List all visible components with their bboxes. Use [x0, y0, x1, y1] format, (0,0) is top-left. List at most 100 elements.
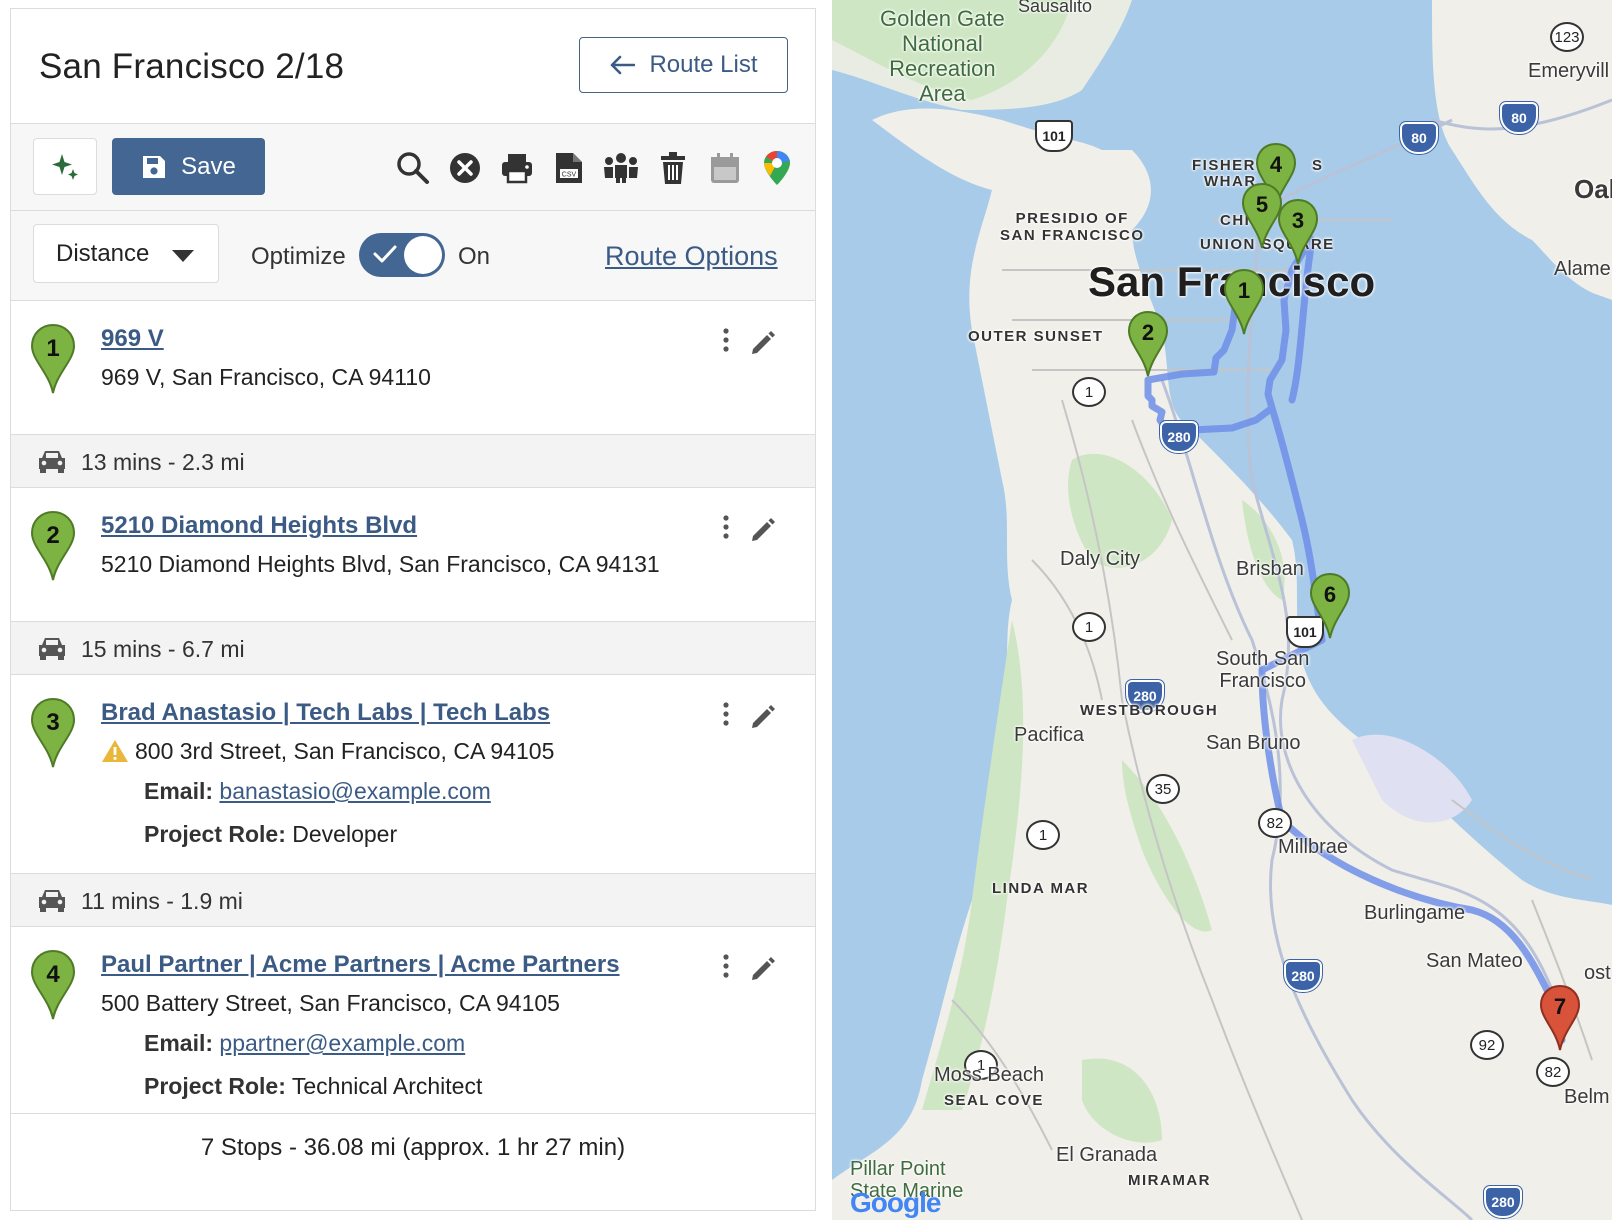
map-label: Golden Gate National Recreation Area	[880, 6, 1005, 106]
map-pin-icon: 4	[30, 949, 76, 1020]
map-pin-2[interactable]: 2	[1126, 310, 1170, 378]
svg-text:4: 4	[1270, 152, 1283, 177]
route-shield: 35	[1146, 774, 1180, 804]
route-options-bar: Distance Optimize On Route Options	[11, 211, 815, 301]
sort-select[interactable]: Distance	[33, 224, 219, 283]
more-options-icon[interactable]	[721, 327, 731, 353]
stop-address: 5210 Diamond Heights Blvd, San Francisco…	[101, 551, 660, 577]
more-options-icon[interactable]	[721, 514, 731, 540]
leg-summary: 15 mins - 6.7 mi	[11, 622, 815, 675]
stop-address: 500 Battery Street, San Francisco, CA 94…	[101, 990, 560, 1016]
stop-item: 3 Brad Anastasio | Tech Labs | Tech Labs…	[11, 675, 815, 874]
arrow-left-icon	[611, 55, 636, 75]
csv-icon[interactable]: CSV	[551, 150, 587, 186]
map-pin-icon: 2	[30, 510, 76, 581]
car-icon	[39, 890, 65, 912]
optimize-label: Optimize	[251, 243, 346, 270]
route-list-button[interactable]: Route List	[579, 37, 788, 93]
route-options-link[interactable]: Route Options	[605, 241, 778, 272]
map-label: El Granada	[1056, 1144, 1158, 1166]
toolbar-icons: CSV	[395, 150, 795, 186]
edit-icon[interactable]	[749, 329, 777, 357]
calendar-icon[interactable]	[707, 150, 743, 186]
chevron-down-icon	[172, 250, 194, 262]
stop-address: 969 V, San Francisco, CA 94110	[101, 364, 431, 390]
route-list-label: Route List	[649, 51, 758, 78]
map-label: Brisban	[1236, 558, 1304, 580]
save-icon	[143, 155, 166, 178]
map-pin-icon: 1	[30, 323, 76, 394]
map-label: WESTBOROUGH	[1080, 702, 1219, 719]
search-icon[interactable]	[395, 150, 431, 186]
more-options-icon[interactable]	[721, 953, 731, 979]
map-label: Emeryvill	[1528, 60, 1610, 82]
clear-icon[interactable]	[447, 150, 483, 186]
role-label: Project Role:	[144, 1073, 286, 1099]
map-label: Burlingame	[1364, 902, 1466, 924]
stop-item: 4 Paul Partner | Acme Partners | Acme Pa…	[11, 927, 815, 1126]
route-map[interactable]: 101 80 80 123 1 280 1 280 101 35 82 1 28…	[832, 0, 1612, 1220]
role-label: Project Role:	[144, 821, 286, 847]
stop-name-link[interactable]: 969 V	[101, 325, 164, 353]
svg-text:1: 1	[46, 335, 59, 362]
map-pin-5[interactable]: 5	[1240, 182, 1284, 250]
map-label: PRESIDIO OF SAN FRANCISCO	[1000, 210, 1145, 244]
svg-text:3: 3	[46, 709, 59, 736]
toggle-knob	[404, 236, 442, 274]
map-label: Belm	[1564, 1086, 1610, 1108]
leg-text: 11 mins - 1.9 mi	[81, 888, 243, 914]
map-label: Millbrae	[1278, 836, 1349, 858]
email-link[interactable]: banastasio@example.com	[219, 778, 490, 804]
svg-text:5: 5	[1256, 192, 1268, 217]
map-pin-7[interactable]: 7	[1538, 984, 1582, 1052]
google-maps-icon[interactable]	[759, 150, 795, 186]
svg-text:CSV: CSV	[562, 172, 577, 179]
map-label: Oak	[1574, 174, 1612, 204]
email-link[interactable]: ppartner@example.com	[219, 1030, 465, 1056]
map-label: Sausalito	[1018, 0, 1093, 16]
leg-summary: 13 mins - 2.3 mi	[11, 435, 815, 488]
check-icon	[373, 245, 397, 263]
stop-list: 1 969 V 969 V, San Francisco, CA 94110 1…	[11, 301, 815, 1151]
route-shield: 123	[1550, 22, 1584, 52]
stop-item: 2 5210 Diamond Heights Blvd 5210 Diamond…	[11, 488, 815, 622]
edit-icon[interactable]	[749, 703, 777, 731]
stop-item: 1 969 V 969 V, San Francisco, CA 94110	[11, 301, 815, 435]
save-button[interactable]: Save	[112, 138, 265, 195]
team-icon[interactable]	[603, 150, 639, 186]
map-label: Moss Beach	[934, 1064, 1045, 1086]
role-value: Technical Architect	[291, 1073, 483, 1099]
stop-name-link[interactable]: Brad Anastasio | Tech Labs | Tech Labs	[101, 699, 550, 727]
svg-text:2: 2	[1142, 320, 1154, 345]
print-icon[interactable]	[499, 150, 535, 186]
svg-text:6: 6	[1324, 582, 1336, 607]
edit-icon[interactable]	[749, 516, 777, 544]
magic-wand-button[interactable]	[33, 138, 97, 195]
map-pin-6[interactable]: 6	[1308, 572, 1352, 640]
google-logo: Google	[850, 1187, 941, 1218]
leg-text: 13 mins - 2.3 mi	[81, 449, 245, 475]
route-shield: 82	[1258, 808, 1292, 838]
stop-name-link[interactable]: Paul Partner | Acme Partners | Acme Part…	[101, 951, 620, 979]
more-options-icon[interactable]	[721, 701, 731, 727]
map-label: Pacifica	[1014, 724, 1085, 746]
map-label: OUTER SUNSET	[968, 328, 1104, 345]
email-field: Email: banastasio@example.com	[144, 778, 491, 805]
route-shield: 101	[1035, 120, 1073, 152]
svg-text:4: 4	[46, 961, 60, 988]
email-field: Email: ppartner@example.com	[144, 1030, 465, 1057]
map-pin-icon: 3	[30, 697, 76, 768]
stop-name-link[interactable]: 5210 Diamond Heights Blvd	[101, 512, 417, 540]
trash-icon[interactable]	[655, 150, 691, 186]
edit-icon[interactable]	[749, 955, 777, 983]
route-summary: 7 Stops - 36.08 mi (approx. 1 hr 27 min)	[11, 1113, 815, 1181]
map-label: South San Francisco	[1216, 648, 1310, 692]
map-label: ost	[1584, 962, 1611, 984]
project-role-field: Project Role: Developer	[144, 821, 397, 848]
toolbar: Save CSV	[11, 124, 815, 211]
warning-icon	[102, 740, 128, 762]
svg-text:3: 3	[1292, 208, 1304, 233]
leg-summary: 11 mins - 1.9 mi	[11, 874, 815, 927]
optimize-toggle[interactable]	[359, 233, 445, 277]
map-pin-1[interactable]: 1	[1222, 268, 1266, 336]
